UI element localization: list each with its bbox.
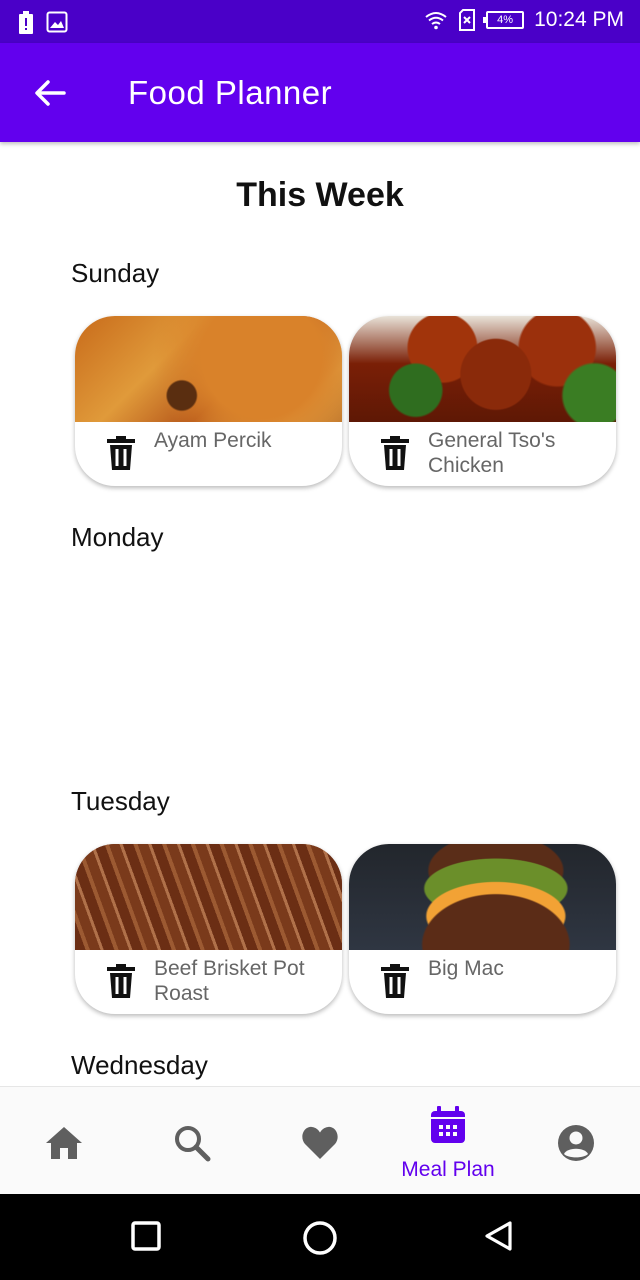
day-label-tuesday: Tuesday — [71, 786, 170, 816]
home-circle-icon[interactable] — [302, 1220, 338, 1261]
meal-image — [75, 316, 342, 422]
meal-image — [75, 844, 342, 950]
trash-icon[interactable] — [107, 964, 135, 998]
sim-error-icon — [459, 9, 476, 31]
recents-square-icon[interactable] — [130, 1220, 162, 1257]
trash-icon[interactable] — [107, 436, 135, 470]
nav-item-account[interactable] — [512, 1087, 640, 1195]
nav-item-meal-plan[interactable]: Meal Plan — [384, 1087, 512, 1195]
meal-name: Beef Brisket Pot Roast — [154, 957, 305, 1005]
wifi-icon — [425, 12, 447, 30]
image-icon — [46, 11, 68, 33]
nav-item-search[interactable] — [128, 1087, 256, 1195]
nav-item-home[interactable] — [0, 1087, 128, 1195]
account-icon — [558, 1125, 594, 1161]
meal-name: General Tso's Chicken — [428, 429, 556, 477]
meal-image — [349, 844, 616, 950]
battery-percent: 4% — [497, 14, 514, 26]
day-label-wednesday: Wednesday — [71, 1050, 208, 1080]
app-title: Food Planner — [128, 74, 333, 111]
battery-alert-icon — [19, 11, 33, 34]
app-bar: Food Planner — [0, 43, 640, 142]
status-time: 10:24 PM — [534, 8, 624, 31]
trash-icon[interactable] — [381, 436, 409, 470]
arrow-left-icon[interactable] — [30, 73, 70, 113]
meal-name: Ayam Percik — [154, 429, 272, 452]
battery-icon: 4% — [483, 11, 525, 29]
nav-item-favorites[interactable] — [256, 1087, 384, 1195]
bottom-navigation: Meal Plan — [0, 1086, 640, 1194]
meal-plan-content[interactable]: This Week Sunday Ayam Percik General Tso… — [0, 142, 640, 1086]
calendar-icon — [431, 1106, 465, 1143]
home-icon — [46, 1127, 82, 1159]
system-navigation-bar — [0, 1194, 640, 1280]
meal-card[interactable]: Beef Brisket Pot Roast — [75, 844, 342, 1014]
page-title: This Week — [236, 176, 404, 214]
heart-icon — [302, 1126, 338, 1159]
back-triangle-icon[interactable] — [482, 1220, 514, 1257]
day-label-monday: Monday — [71, 522, 164, 552]
meal-name: Big Mac — [428, 957, 504, 980]
status-bar: 4% 10:24 PM — [0, 0, 640, 43]
meal-card[interactable]: Big Mac — [349, 844, 616, 1014]
nav-label-meal-plan: Meal Plan — [401, 1158, 495, 1181]
search-icon — [175, 1126, 211, 1162]
meal-card[interactable]: Ayam Percik — [75, 316, 342, 486]
meal-card[interactable]: General Tso's Chicken — [349, 316, 616, 486]
day-label-sunday: Sunday — [71, 258, 160, 288]
trash-icon[interactable] — [381, 964, 409, 998]
meal-image — [349, 316, 616, 422]
